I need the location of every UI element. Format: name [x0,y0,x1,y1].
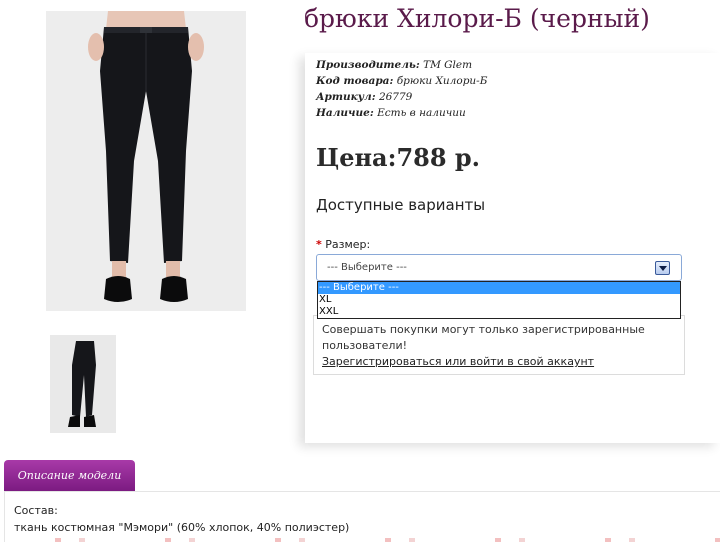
size-label: * Размер: [316,238,370,251]
product-main-photo[interactable] [46,11,246,311]
size-dropdown-list[interactable]: --- Выберите --- XL XXL [317,281,681,319]
chevron-down-icon[interactable] [655,261,670,275]
size-select-value: --- Выберите --- [327,262,407,273]
available-options-heading: Доступные варианты [316,196,486,214]
size-label-text: Размер: [325,238,371,251]
trousers-side-photo [50,335,116,433]
article-label: Артикул: [316,91,376,103]
product-code-row: Код товара: брюки Хилори-Б [316,75,487,87]
tab-description-label: Описание модели [17,469,122,482]
size-option-xl[interactable]: XL [318,294,680,306]
product-info-panel: Производитель: ТМ Glem Код товара: брюки… [305,53,720,443]
article-row: Артикул: 26779 [316,91,412,103]
composition-label: Состав: [14,504,58,517]
login-notice-text: Совершать покупки могут только зарегистр… [322,323,645,352]
size-select[interactable]: --- Выберите --- [316,254,682,281]
product-price: Цена:788 р. [316,143,481,172]
manufacturer-row: Производитель: ТМ Glem [316,59,472,71]
product-code-label: Код товара: [316,75,394,87]
product-code-value: брюки Хилори-Б [396,75,488,87]
trousers-photo [46,11,246,311]
availability-label: Наличие: [316,107,374,119]
size-option-placeholder[interactable]: --- Выберите --- [318,282,680,294]
login-notice: Совершать покупки могут только зарегистр… [313,315,685,375]
required-mark: * [316,238,322,251]
register-login-link[interactable]: Зарегистрироваться или войти в свой акка… [322,355,594,368]
composition-text: ткань костюмная "Мэмори" (60% хлопок, 40… [14,521,350,534]
manufacturer-label: Производитель: [316,59,420,71]
product-thumbnail[interactable] [50,335,116,433]
description-panel: Состав: ткань костюмная "Мэмори" (60% хл… [4,491,720,542]
article-value: 26779 [378,91,413,103]
tab-description[interactable]: Описание модели [4,460,135,492]
availability-value: Есть в наличии [377,107,466,119]
availability-row: Наличие: Есть в наличии [316,107,466,119]
manufacturer-value: ТМ Glem [423,59,473,71]
decorative-divider [5,538,720,542]
product-title: брюки Хилори-Б (черный) [304,4,650,33]
size-option-xxl[interactable]: XXL [318,306,680,318]
